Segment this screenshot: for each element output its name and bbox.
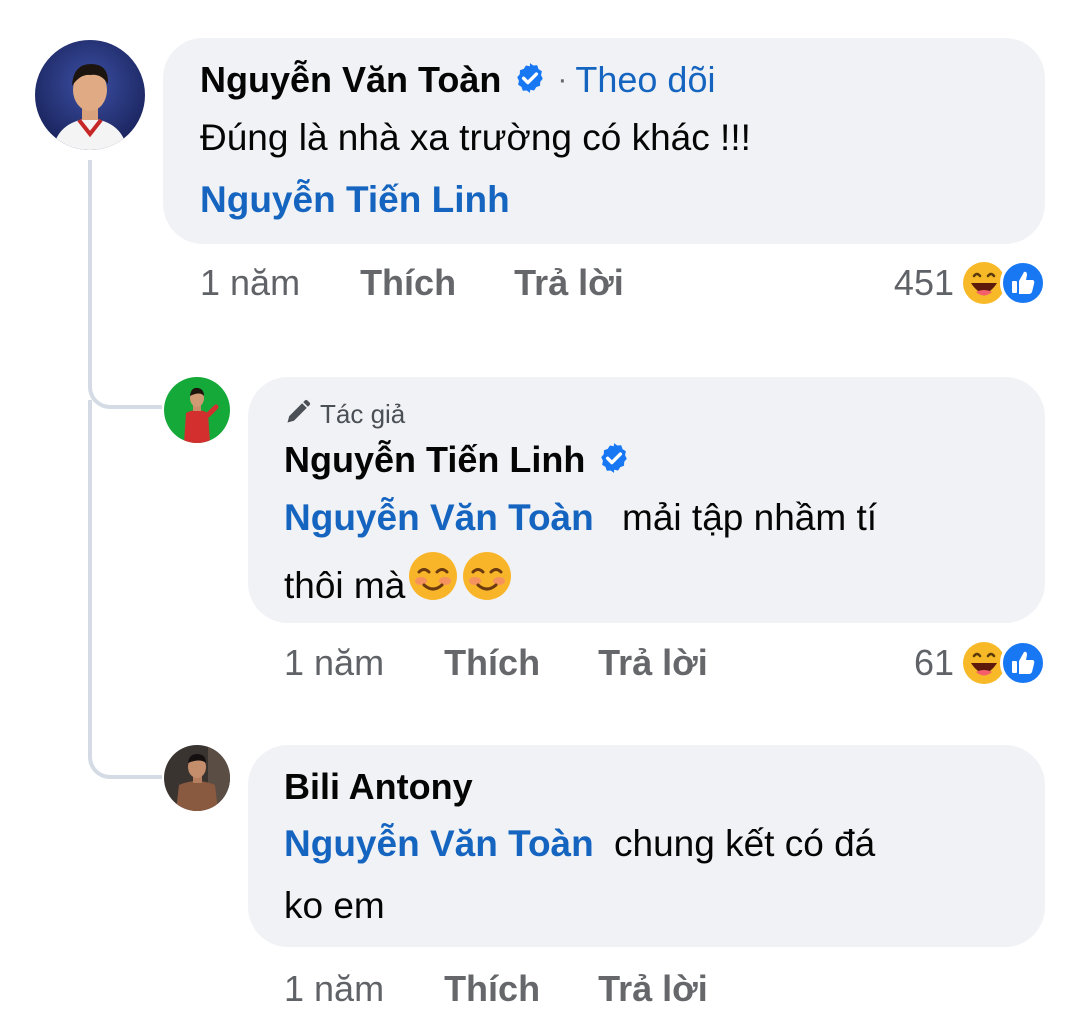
reply-text-line2: ko em: [284, 885, 385, 926]
reply-button[interactable]: Trả lời: [598, 968, 708, 1010]
avatar-image: [35, 40, 145, 150]
thread-line: [88, 400, 162, 779]
reaction-summary[interactable]: 451: [894, 260, 1046, 306]
reply-button[interactable]: Trả lời: [598, 642, 708, 684]
comment-mention[interactable]: Nguyễn Tiến Linh: [200, 168, 510, 232]
reply-time[interactable]: 1 năm: [284, 968, 384, 1010]
comment-text: Đúng là nhà xa trường có khác !!!: [200, 117, 751, 158]
pencil-icon: [284, 398, 312, 431]
comment-header: Nguyễn Văn Toàn · Theo dõi: [200, 58, 715, 102]
reply-text-line1: Nguyễn Văn Toàn chung kết có đá: [284, 812, 875, 876]
reply-button[interactable]: Trả lời: [514, 262, 624, 304]
reply-text-continued: thôi mà: [284, 565, 406, 606]
reply-mention[interactable]: Nguyễn Văn Toàn: [284, 497, 594, 538]
separator-dot: ·: [557, 63, 568, 96]
like-thumb-icon: [1000, 260, 1046, 306]
verified-badge-icon: [597, 441, 631, 480]
reply-text: mải tập nhầm tí: [622, 497, 878, 538]
reaction-count: 451: [893, 262, 954, 303]
author-badge-label: Tác giả: [320, 399, 406, 429]
follow-button[interactable]: Theo dõi: [575, 59, 715, 101]
reply-text: chung kết có đá: [614, 823, 876, 864]
avatar-nguyen-tien-linh[interactable]: [164, 377, 230, 443]
avatar-nguyen-van-toan[interactable]: [35, 40, 145, 150]
reply-meta: 1 năm Thích Trả lời: [284, 642, 708, 684]
reply-meta: 1 năm Thích Trả lời: [284, 968, 708, 1010]
avatar-image: [164, 377, 230, 443]
smiling-face-emoji-icon: [461, 550, 513, 622]
thread-line: [88, 160, 162, 409]
author-badge: Tác giả: [284, 398, 405, 431]
reaction-count: 61: [913, 642, 954, 683]
reply-text-line2: thôi mà: [284, 550, 513, 622]
verified-badge-icon: [513, 61, 547, 100]
reply-author[interactable]: Bili Antony: [284, 766, 473, 808]
like-thumb-icon: [1000, 640, 1046, 686]
avatar-image: [164, 745, 230, 811]
comment-time[interactable]: 1 năm: [200, 262, 300, 304]
reaction-summary[interactable]: 61: [914, 640, 1046, 686]
comment-meta: 1 năm Thích Trả lời: [200, 262, 624, 304]
reply-header: Nguyễn Tiến Linh: [284, 438, 631, 482]
like-button[interactable]: Thích: [444, 968, 540, 1010]
like-button[interactable]: Thích: [444, 642, 540, 684]
comment-author[interactable]: Nguyễn Văn Toàn: [200, 59, 501, 101]
like-button[interactable]: Thích: [360, 262, 456, 304]
smiling-face-emoji-icon: [407, 550, 459, 622]
reply-author[interactable]: Nguyễn Tiến Linh: [284, 439, 585, 481]
reply-mention[interactable]: Nguyễn Văn Toàn: [284, 823, 594, 864]
reply-text-line1: Nguyễn Văn Toàn mải tập nhầm tí: [284, 486, 877, 550]
reply-time[interactable]: 1 năm: [284, 642, 384, 684]
avatar-bili-antony[interactable]: [164, 745, 230, 811]
